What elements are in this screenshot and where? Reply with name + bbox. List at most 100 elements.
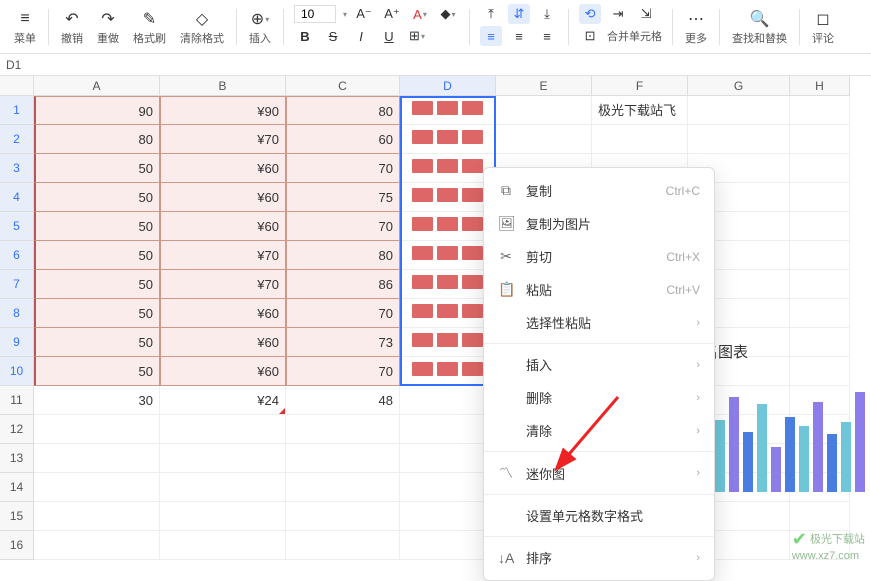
row-header[interactable]: 6 bbox=[0, 241, 34, 270]
cell[interactable]: 50 bbox=[34, 299, 160, 328]
cell[interactable] bbox=[34, 415, 160, 444]
cell[interactable] bbox=[400, 415, 496, 444]
cell[interactable] bbox=[790, 270, 850, 299]
cell[interactable] bbox=[790, 125, 850, 154]
cell[interactable] bbox=[160, 444, 286, 473]
cell[interactable]: ¥90 bbox=[160, 96, 286, 125]
cell[interactable] bbox=[400, 328, 496, 357]
cell[interactable] bbox=[400, 183, 496, 212]
valign-top-button[interactable]: ⤒ bbox=[480, 4, 502, 24]
row-header[interactable]: 4 bbox=[0, 183, 34, 212]
cell[interactable] bbox=[400, 299, 496, 328]
overflow-button[interactable]: ⇥ bbox=[607, 4, 629, 24]
row-header[interactable]: 2 bbox=[0, 125, 34, 154]
cell[interactable]: 60 bbox=[286, 125, 400, 154]
ctx-delete[interactable]: 删除 › bbox=[484, 381, 714, 414]
cell[interactable] bbox=[34, 473, 160, 502]
underline-button[interactable]: U bbox=[378, 26, 400, 46]
cell[interactable]: 80 bbox=[34, 125, 160, 154]
cell[interactable]: 70 bbox=[286, 212, 400, 241]
row-header[interactable]: 16 bbox=[0, 531, 34, 560]
cell[interactable]: ¥60 bbox=[160, 212, 286, 241]
font-size-select[interactable]: 10 bbox=[294, 5, 336, 23]
ctx-paste-special[interactable]: 选择性粘贴 › bbox=[484, 306, 714, 339]
row-header[interactable]: 5 bbox=[0, 212, 34, 241]
menu-button[interactable]: ≡ 菜单 bbox=[8, 4, 42, 50]
cell[interactable] bbox=[790, 183, 850, 212]
clip-button[interactable]: ⇲ bbox=[635, 4, 657, 24]
font-color-button[interactable]: A▾ bbox=[409, 4, 431, 24]
cell[interactable]: 70 bbox=[286, 357, 400, 386]
cell[interactable]: 50 bbox=[34, 183, 160, 212]
cell[interactable] bbox=[400, 212, 496, 241]
cell[interactable] bbox=[496, 125, 592, 154]
col-header-A[interactable]: A bbox=[34, 76, 160, 96]
strikethrough-button[interactable]: S bbox=[322, 26, 344, 46]
cell[interactable]: 50 bbox=[34, 241, 160, 270]
ctx-clear[interactable]: 清除 › bbox=[484, 414, 714, 447]
cell[interactable]: ¥60 bbox=[160, 299, 286, 328]
cell[interactable] bbox=[34, 531, 160, 560]
decrease-font-button[interactable]: A⁻ bbox=[353, 4, 375, 24]
find-replace-button[interactable]: 🔍 查找和替换 bbox=[726, 4, 793, 50]
cell[interactable]: ¥60 bbox=[160, 183, 286, 212]
fill-color-button[interactable]: ◆▾ bbox=[437, 4, 459, 24]
row-header[interactable]: 13 bbox=[0, 444, 34, 473]
cell[interactable]: ¥24 bbox=[160, 386, 286, 415]
row-header[interactable]: 3 bbox=[0, 154, 34, 183]
cell[interactable] bbox=[592, 125, 688, 154]
cell[interactable]: ¥70 bbox=[160, 241, 286, 270]
cell[interactable]: ¥70 bbox=[160, 270, 286, 299]
valign-middle-button[interactable]: ⇵ bbox=[508, 4, 530, 24]
select-all-corner[interactable] bbox=[0, 76, 34, 96]
cell[interactable] bbox=[400, 241, 496, 270]
ctx-insert[interactable]: 插入 › bbox=[484, 348, 714, 381]
col-header-B[interactable]: B bbox=[160, 76, 286, 96]
cell[interactable] bbox=[400, 125, 496, 154]
row-header[interactable]: 11 bbox=[0, 386, 34, 415]
cell[interactable] bbox=[400, 444, 496, 473]
cell[interactable] bbox=[790, 212, 850, 241]
cell[interactable] bbox=[34, 502, 160, 531]
row-header[interactable]: 8 bbox=[0, 299, 34, 328]
cell[interactable]: 50 bbox=[34, 154, 160, 183]
cell[interactable]: ¥60 bbox=[160, 357, 286, 386]
align-right-button[interactable]: ≡ bbox=[536, 26, 558, 46]
more-button[interactable]: ⋯ 更多 bbox=[679, 4, 713, 50]
cell[interactable] bbox=[160, 502, 286, 531]
cell[interactable] bbox=[286, 531, 400, 560]
cell[interactable]: ¥60 bbox=[160, 154, 286, 183]
name-box[interactable]: D1 bbox=[0, 58, 38, 72]
cell[interactable] bbox=[160, 531, 286, 560]
redo-button[interactable]: ↷ 重做 bbox=[91, 4, 125, 50]
comment-button[interactable]: ◻ 评论 bbox=[806, 4, 840, 50]
wrap-button[interactable]: ⟲ bbox=[579, 4, 601, 24]
cell[interactable] bbox=[286, 444, 400, 473]
cell[interactable]: 86 bbox=[286, 270, 400, 299]
cell[interactable] bbox=[790, 96, 850, 125]
col-header-F[interactable]: F bbox=[592, 76, 688, 96]
ctx-copy-as-image[interactable]: 🖼 复制为图片 bbox=[484, 207, 714, 240]
bold-button[interactable]: B bbox=[294, 26, 316, 46]
cell[interactable] bbox=[400, 473, 496, 502]
cell[interactable] bbox=[496, 96, 592, 125]
cell[interactable] bbox=[400, 357, 496, 386]
cell[interactable]: 73 bbox=[286, 328, 400, 357]
align-center-button[interactable]: ≡ bbox=[508, 26, 530, 46]
ctx-cut[interactable]: ✂ 剪切 Ctrl+X bbox=[484, 240, 714, 273]
cell[interactable] bbox=[400, 270, 496, 299]
row-header[interactable]: 14 bbox=[0, 473, 34, 502]
ctx-sparkline[interactable]: 〽 迷你图 › bbox=[484, 456, 714, 490]
col-header-D[interactable]: D bbox=[400, 76, 496, 96]
cell[interactable]: 48 bbox=[286, 386, 400, 415]
col-header-E[interactable]: E bbox=[496, 76, 592, 96]
cell[interactable] bbox=[688, 125, 790, 154]
cell[interactable] bbox=[790, 299, 850, 328]
cell[interactable] bbox=[286, 415, 400, 444]
col-header-C[interactable]: C bbox=[286, 76, 400, 96]
row-header[interactable]: 9 bbox=[0, 328, 34, 357]
row-header[interactable]: 12 bbox=[0, 415, 34, 444]
ctx-number-format[interactable]: 设置单元格数字格式 bbox=[484, 499, 714, 532]
clear-format-button[interactable]: ◇ 清除格式 bbox=[174, 4, 230, 50]
cell[interactable] bbox=[286, 502, 400, 531]
